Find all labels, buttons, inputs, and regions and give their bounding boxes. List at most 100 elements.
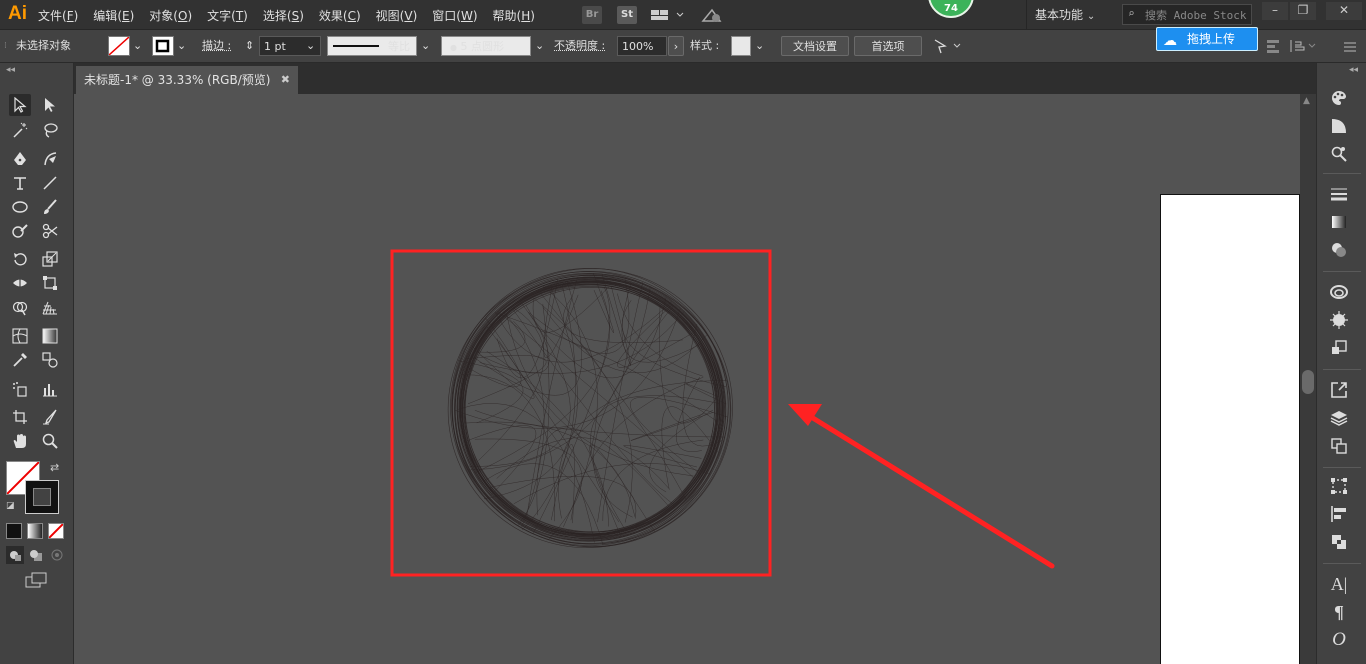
color-guide-icon[interactable] bbox=[1328, 117, 1350, 139]
paragraph-icon[interactable]: ¶ bbox=[1328, 601, 1350, 623]
restore-button[interactable]: ❐ bbox=[1290, 2, 1316, 20]
menu-effect[interactable]: 效果(C) bbox=[319, 7, 361, 24]
draw-behind-icon[interactable] bbox=[27, 546, 45, 564]
transparency-icon[interactable] bbox=[1328, 241, 1350, 263]
menu-help[interactable]: 帮助(H) bbox=[493, 7, 535, 24]
menu-edit[interactable]: 编辑(E) bbox=[93, 7, 134, 24]
type-tool-icon[interactable] bbox=[9, 172, 31, 194]
quick-actions-icon[interactable] bbox=[932, 36, 962, 56]
arrange-documents-icon[interactable] bbox=[650, 6, 686, 24]
gpu-performance-icon[interactable] bbox=[700, 6, 724, 24]
free-transform-tool-icon[interactable] bbox=[39, 272, 61, 294]
graphic-style-swatch[interactable] bbox=[731, 36, 751, 56]
stock-icon[interactable]: St bbox=[617, 6, 637, 24]
collapse-panel-icon[interactable]: ◂◂ bbox=[6, 65, 15, 75]
menu-type[interactable]: 文字(T) bbox=[207, 7, 248, 24]
opacity-input[interactable]: 100% bbox=[617, 36, 667, 56]
selection-tool-icon[interactable] bbox=[9, 94, 31, 116]
expand-panels-icon[interactable]: ◂◂ bbox=[1349, 65, 1358, 75]
menu-object[interactable]: 对象(O) bbox=[149, 7, 192, 24]
canvas-area[interactable] bbox=[74, 94, 1300, 664]
links-icon[interactable] bbox=[1328, 437, 1350, 459]
default-fill-stroke-icon[interactable]: ◪ bbox=[6, 501, 15, 511]
swap-fill-stroke-icon[interactable]: ⇄ bbox=[50, 461, 59, 474]
fill-dropdown-icon[interactable]: ⌄ bbox=[133, 36, 142, 56]
workspace-switcher[interactable]: 基本功能 ⌄ bbox=[1026, 0, 1095, 30]
drag-upload-button[interactable]: ☁ 拖拽上传 bbox=[1156, 27, 1258, 51]
bridge-icon[interactable]: Br bbox=[582, 6, 602, 24]
menu-file[interactable]: 文件(F) bbox=[38, 7, 78, 24]
notification-badge[interactable]: 74 bbox=[928, 0, 974, 18]
width-tool-icon[interactable] bbox=[9, 272, 31, 294]
ellipse-tool-icon[interactable] bbox=[9, 196, 31, 218]
pen-tool-icon[interactable] bbox=[9, 148, 31, 170]
minimize-button[interactable]: – bbox=[1262, 2, 1288, 20]
close-tab-icon[interactable]: ✖ bbox=[281, 66, 290, 94]
draw-normal-icon[interactable] bbox=[6, 546, 24, 564]
preferences-button[interactable]: 首选项 bbox=[854, 36, 922, 56]
brush-dropdown-icon[interactable]: ⌄ bbox=[535, 36, 544, 56]
artboards-icon[interactable] bbox=[1328, 381, 1350, 403]
variable-width-profile[interactable]: 等比 bbox=[327, 36, 417, 56]
scissors-tool-icon[interactable] bbox=[39, 220, 61, 242]
style-dropdown-icon[interactable]: ⌄ bbox=[755, 36, 764, 56]
brush-definition[interactable]: ● 5 点圆形 bbox=[441, 36, 531, 56]
scale-tool-icon[interactable] bbox=[39, 248, 61, 270]
profile-dropdown-icon[interactable]: ⌄ bbox=[421, 36, 430, 56]
scroll-up-icon[interactable]: ▲ bbox=[1303, 96, 1310, 106]
direct-selection-tool-icon[interactable] bbox=[39, 94, 61, 116]
perspective-grid-tool-icon[interactable] bbox=[39, 297, 61, 319]
rotate-tool-icon[interactable] bbox=[9, 248, 31, 270]
transform-icon[interactable] bbox=[1328, 477, 1350, 499]
artboard-tool-icon[interactable] bbox=[9, 406, 31, 428]
close-button[interactable]: ✕ bbox=[1326, 2, 1362, 20]
magic-wand-tool-icon[interactable] bbox=[9, 119, 31, 141]
shaper-tool-icon[interactable] bbox=[9, 220, 31, 242]
transform-options-icon[interactable] bbox=[1288, 36, 1318, 56]
slice-tool-icon[interactable] bbox=[39, 406, 61, 428]
zoom-tool-icon[interactable] bbox=[39, 430, 61, 452]
menu-select[interactable]: 选择(S) bbox=[263, 7, 304, 24]
paintbrush-tool-icon[interactable] bbox=[39, 196, 61, 218]
opentype-icon[interactable]: O bbox=[1328, 629, 1350, 651]
scribble-sphere-artwork[interactable] bbox=[74, 94, 1300, 664]
menu-window[interactable]: 窗口(W) bbox=[432, 7, 477, 24]
align-options-icon[interactable] bbox=[1264, 36, 1284, 56]
stroke-icon[interactable] bbox=[1328, 185, 1350, 207]
stroke-weight-dropdown-icon[interactable]: ⌄ bbox=[306, 36, 315, 56]
column-graph-tool-icon[interactable] bbox=[39, 378, 61, 400]
gradient-icon[interactable] bbox=[1328, 213, 1350, 235]
stroke-stepper-icon[interactable]: ⇕ bbox=[245, 36, 254, 56]
eyedropper-tool-icon[interactable] bbox=[9, 349, 31, 371]
color-panel-icon[interactable] bbox=[1328, 89, 1350, 111]
curvature-tool-icon[interactable] bbox=[39, 148, 61, 170]
change-screen-mode-icon[interactable] bbox=[24, 571, 50, 591]
symbols-icon[interactable] bbox=[1328, 311, 1350, 333]
gradient-mode-icon[interactable] bbox=[27, 523, 43, 539]
vertical-scrollbar[interactable]: ▲ bbox=[1300, 94, 1316, 664]
layers-icon[interactable] bbox=[1328, 409, 1350, 431]
line-segment-tool-icon[interactable] bbox=[39, 172, 61, 194]
stroke-dropdown-icon[interactable]: ⌄ bbox=[177, 36, 186, 56]
libraries-icon[interactable] bbox=[1328, 283, 1350, 305]
character-icon[interactable]: A| bbox=[1328, 573, 1350, 595]
appearance-icon[interactable] bbox=[1328, 145, 1350, 167]
draw-inside-icon[interactable] bbox=[48, 546, 66, 564]
color-mode-icon[interactable] bbox=[6, 523, 22, 539]
document-tab[interactable]: 未标题-1* @ 33.33% (RGB/预览) ✖ bbox=[76, 66, 298, 94]
menu-view[interactable]: 视图(V) bbox=[376, 7, 418, 24]
symbol-sprayer-tool-icon[interactable] bbox=[9, 378, 31, 400]
stroke-swatch[interactable] bbox=[152, 36, 174, 56]
stroke-color-box[interactable] bbox=[25, 480, 59, 514]
stock-search-input[interactable]: ⌕ 搜索 Adobe Stock bbox=[1122, 4, 1252, 25]
mesh-tool-icon[interactable] bbox=[9, 325, 31, 347]
asset-export-icon[interactable] bbox=[1328, 339, 1350, 361]
pathfinder-icon[interactable] bbox=[1328, 533, 1350, 555]
shape-builder-tool-icon[interactable] bbox=[9, 297, 31, 319]
hand-tool-icon[interactable] bbox=[9, 430, 31, 452]
control-panel-menu-icon[interactable] bbox=[1340, 36, 1360, 56]
lasso-tool-icon[interactable] bbox=[39, 119, 61, 141]
none-mode-icon[interactable] bbox=[48, 523, 64, 539]
opacity-expand-icon[interactable]: › bbox=[668, 36, 684, 56]
fill-swatch[interactable] bbox=[108, 36, 130, 56]
